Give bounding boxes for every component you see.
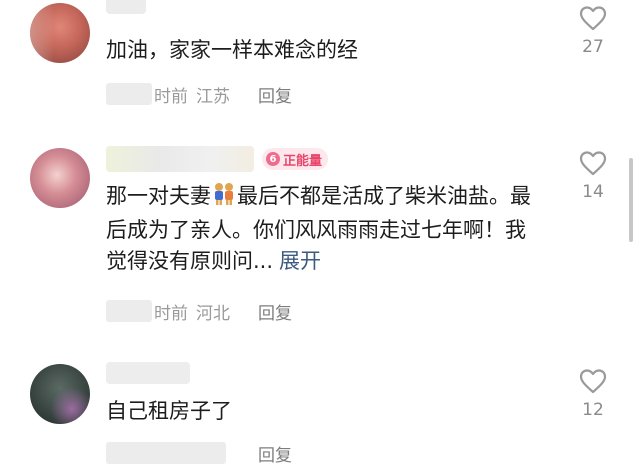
comment-time: 时前 [154, 86, 188, 107]
comment-location: 江苏 [196, 86, 230, 107]
like-count: 12 [582, 400, 604, 420]
comment-item: 加油，家家一样本难念的经 时前 江苏 回复 27 [0, 0, 640, 120]
comment-text-start: 那一对夫妻 [106, 184, 211, 208]
reply-button[interactable]: 回复 [258, 299, 292, 324]
avatar[interactable] [30, 3, 90, 63]
like-count: 14 [582, 182, 604, 202]
expand-link[interactable]: 展开 [279, 249, 321, 273]
comment-meta: 时前 江苏 回复 [106, 81, 292, 107]
badge-level: 6 [266, 152, 280, 166]
time-redacted [106, 300, 152, 322]
comment-text: 加油，家家一样本难念的经 [106, 38, 358, 62]
like-button[interactable]: 12 [573, 368, 613, 420]
comment-location: 河北 [196, 303, 230, 324]
username-redacted [106, 0, 146, 14]
time-redacted [106, 442, 226, 464]
username-redacted [106, 362, 190, 384]
comment-meta: 回复 [106, 440, 292, 466]
avatar[interactable] [30, 148, 90, 208]
username-redacted [106, 146, 254, 172]
couple-emoji-icon [211, 182, 237, 215]
heart-outline-icon [579, 369, 607, 394]
avatar[interactable] [30, 364, 90, 424]
like-count: 27 [582, 37, 604, 57]
status-badge: 6 正能量 [262, 148, 329, 170]
reply-button[interactable]: 回复 [258, 82, 292, 107]
comment-item: 自己租房子了 回复 12 [0, 0, 640, 466]
like-button[interactable]: 27 [573, 5, 613, 57]
comment-text: 自己租房子了 [106, 399, 232, 423]
scrollbar[interactable] [629, 158, 633, 242]
comment-text: 那一对夫妻 最后不都是活成了柴米油盐。最后成为了亲人。你们风风雨雨走过七年啊！我觉… [106, 181, 546, 277]
comment-meta: 时前 河北 回复 [106, 298, 292, 324]
like-button[interactable]: 14 [573, 150, 613, 202]
heart-outline-icon [579, 6, 607, 31]
reply-button[interactable]: 回复 [258, 441, 292, 466]
comment-time: 时前 [154, 303, 188, 324]
badge-label: 正能量 [283, 153, 323, 169]
heart-outline-icon [579, 151, 607, 176]
time-redacted [106, 83, 152, 105]
